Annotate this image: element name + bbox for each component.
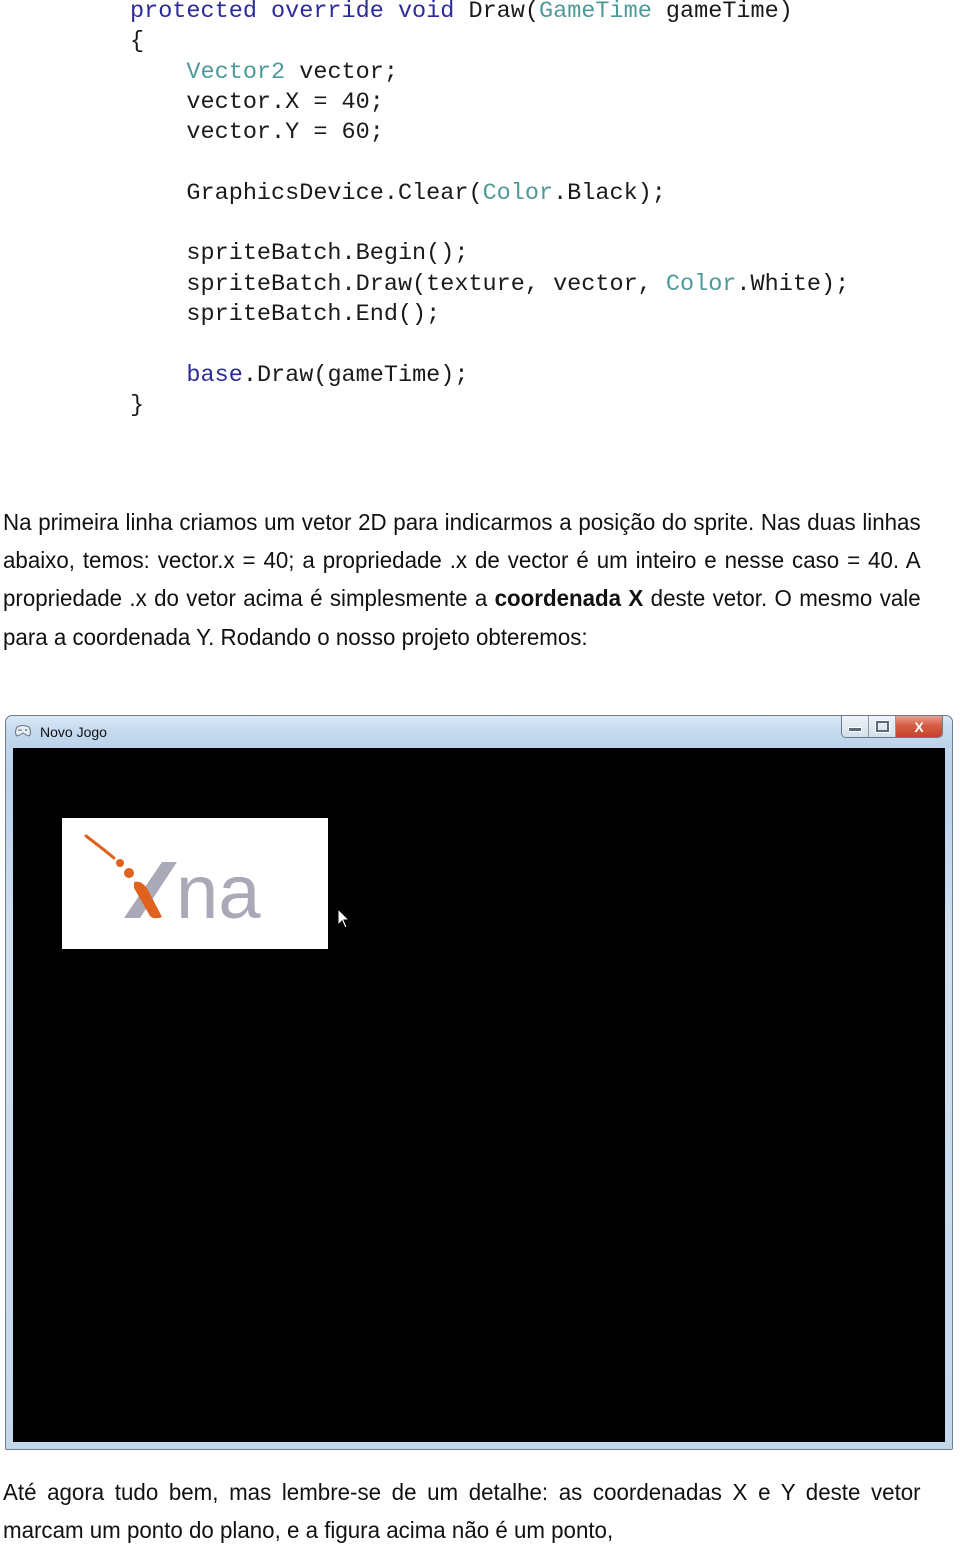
- game-canvas[interactable]: na: [13, 748, 945, 1442]
- minimize-button[interactable]: [842, 716, 869, 737]
- game-window: Novo Jogo X na: [5, 715, 953, 1450]
- window-title: Novo Jogo: [40, 724, 107, 740]
- xna-logo: na: [84, 834, 261, 935]
- code-line: vector.X = 40;: [130, 88, 384, 116]
- code-listing: protected override void Draw(GameTime ga…: [130, 0, 849, 421]
- gamepad-icon: [15, 725, 31, 737]
- mouse-cursor-icon: [337, 908, 351, 929]
- minimize-icon: [848, 727, 862, 732]
- code-line: vector.Y = 60;: [130, 119, 384, 147]
- logo-dot: [124, 868, 134, 878]
- logo-dot: [116, 859, 124, 867]
- close-button[interactable]: X: [896, 716, 942, 737]
- bold-term: coordenada X: [494, 585, 644, 612]
- code-line: spriteBatch.End();: [130, 300, 441, 328]
- close-icon: X: [914, 718, 924, 735]
- paragraph-explanation: Na primeira linha criamos um vetor 2D pa…: [3, 503, 921, 656]
- code-line: protected override void Draw(GameTime ga…: [130, 0, 793, 25]
- maximize-icon: [875, 721, 889, 732]
- code-line: spriteBatch.Draw(texture, vector, Color.…: [130, 270, 850, 298]
- code-line: {: [130, 28, 145, 56]
- window-controls: X: [841, 716, 943, 738]
- paragraph-followup: Até agora tudo bem, mas lembre-se de um …: [3, 1479, 921, 1544]
- logo-text: na: [176, 850, 261, 935]
- code-line: GraphicsDevice.Clear(Color.Black);: [130, 179, 666, 207]
- code-line: base.Draw(gameTime);: [186, 361, 469, 389]
- code-line: spriteBatch.Begin();: [130, 240, 469, 268]
- window-titlebar[interactable]: Novo Jogo X: [6, 716, 952, 748]
- code-line: Vector2 vector;: [186, 58, 398, 86]
- xna-sprite: na: [62, 818, 328, 949]
- code-line: }: [130, 391, 145, 419]
- logo-streak: [84, 834, 116, 860]
- maximize-button[interactable]: [869, 716, 896, 737]
